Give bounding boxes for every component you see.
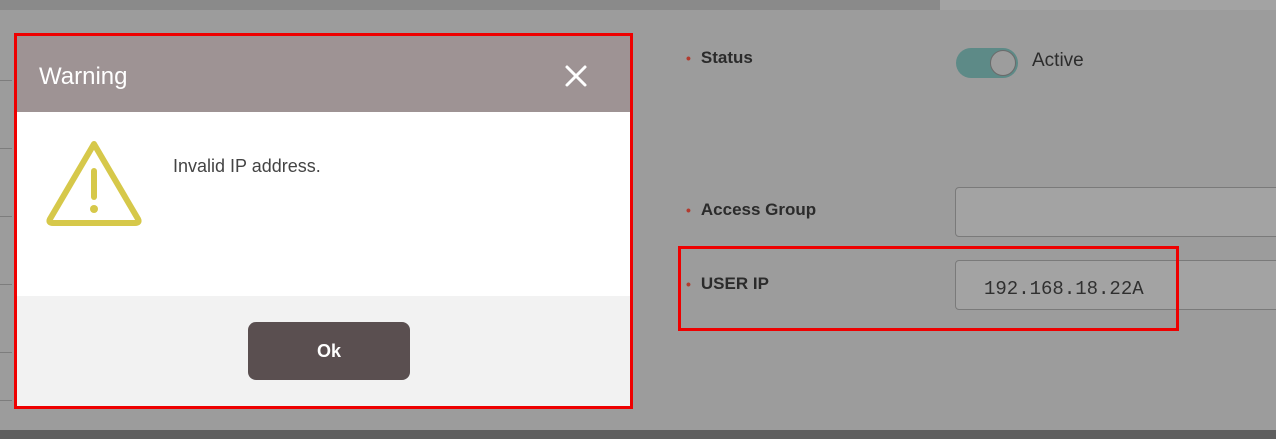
dialog-message: Invalid IP address. [173,156,321,176]
status-toggle-text: Active [1032,50,1084,71]
required-dot: • [686,50,691,66]
access-group-label: • Access Group [686,200,816,220]
top-bar-segment [940,0,1276,10]
status-toggle[interactable] [956,48,1018,78]
ok-button[interactable]: Ok [248,322,410,380]
warning-triangle-icon [45,139,143,227]
toggle-knob [990,50,1016,76]
dialog-footer: Ok [17,296,630,406]
user-ip-highlight-box [678,246,1179,331]
status-label-text: Status [700,48,753,67]
background-table-lines [0,80,12,420]
dialog-body: Invalid IP address. [17,112,630,296]
dialog-header: Warning [17,36,630,112]
bottom-bar [0,430,1276,439]
access-group-input[interactable] [955,187,1276,237]
status-label: • Status [686,48,753,68]
access-group-label-text: Access Group [700,200,817,219]
warning-dialog: Warning Invalid IP address. Ok [14,33,633,409]
dialog-title: Warning [39,63,128,90]
required-dot: • [686,202,691,218]
close-icon[interactable] [562,62,590,90]
